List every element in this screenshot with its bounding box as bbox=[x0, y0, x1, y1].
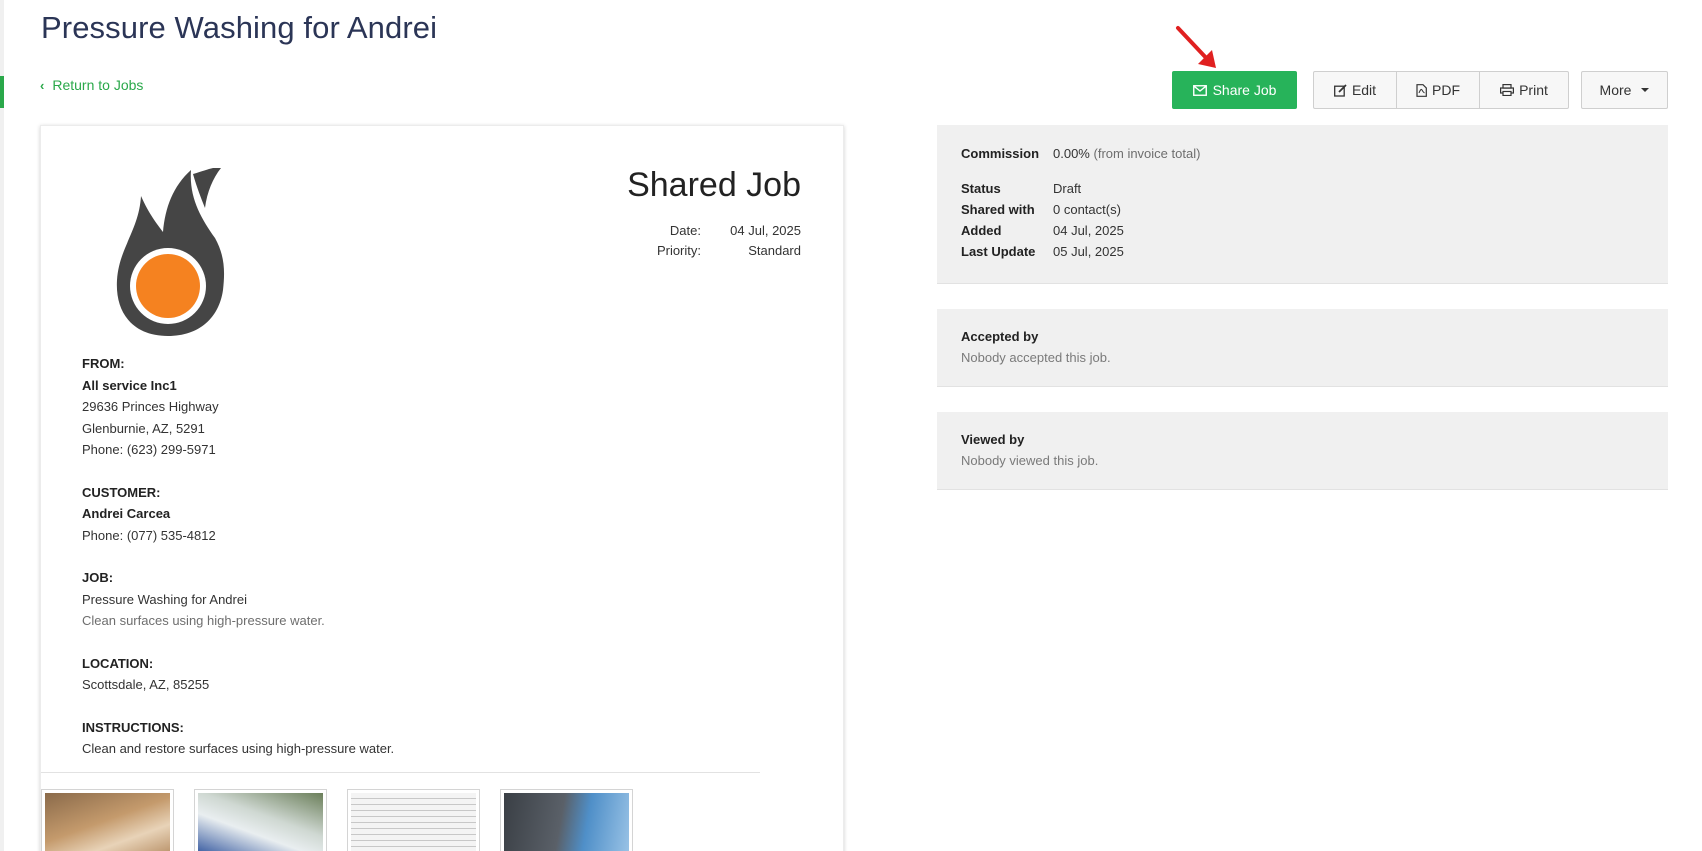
shared-job-document: Shared Job Date: 04 Jul, 2025 Priority: … bbox=[40, 125, 844, 851]
shared-with-label: Shared with bbox=[961, 202, 1035, 217]
attachment-thumbnail[interactable] bbox=[41, 789, 174, 851]
instructions-text: Clean and restore surfaces using high-pr… bbox=[82, 741, 395, 756]
commission-label: Commission bbox=[961, 146, 1040, 161]
job-description: Clean surfaces using high-pressure water… bbox=[82, 613, 325, 628]
date-label: Date: bbox=[669, 223, 701, 238]
added-value: 04 Jul, 2025 bbox=[1053, 223, 1124, 238]
photo-washer-image bbox=[198, 793, 323, 851]
from-company-name: All service Inc1 bbox=[82, 377, 177, 393]
accepted-by-empty-text: Nobody accepted this job. bbox=[961, 350, 1111, 365]
status-label: Status bbox=[961, 181, 1001, 196]
document-actions-group: Edit PDF Print bbox=[1313, 71, 1569, 109]
page-title: Pressure Washing for Andrei bbox=[41, 10, 438, 45]
status-value: Draft bbox=[1053, 181, 1082, 196]
customer-phone: Phone: (077) 535-4812 bbox=[82, 527, 216, 543]
share-job-label: Share Job bbox=[1212, 82, 1277, 98]
document-page-image bbox=[351, 793, 476, 851]
file-pdf-icon bbox=[1416, 83, 1427, 97]
viewed-by-panel: Viewed by Nobody viewed this job. bbox=[937, 412, 1668, 490]
priority-label: Priority: bbox=[656, 243, 701, 258]
edit-icon bbox=[1333, 83, 1347, 97]
location-heading: LOCATION: bbox=[82, 655, 154, 671]
priority-value: Standard bbox=[748, 243, 801, 258]
status-row: Status Draft bbox=[961, 181, 1081, 196]
attachment-thumbnail[interactable] bbox=[347, 789, 480, 851]
return-to-jobs-link[interactable]: ‹ Return to Jobs bbox=[40, 77, 143, 93]
printer-icon bbox=[1500, 84, 1515, 96]
red-arrow-icon bbox=[1176, 26, 1216, 68]
job-section: JOB: Pressure Washing for Andrei Clean s… bbox=[82, 567, 802, 632]
company-logo bbox=[116, 168, 225, 336]
attachment-thumbnail[interactable] bbox=[194, 789, 327, 851]
document-body: FROM: All service Inc1 29636 Princes Hig… bbox=[82, 353, 802, 781]
accepted-by-heading: Accepted by bbox=[961, 329, 1039, 344]
accepted-by-panel: Accepted by Nobody accepted this job. bbox=[937, 309, 1668, 387]
instructions-section: INSTRUCTIONS: Clean and restore surfaces… bbox=[82, 717, 802, 760]
commission-note: (from invoice total) bbox=[1093, 146, 1201, 161]
commission-row: Commission 0.00% (from invoice total) bbox=[961, 146, 1200, 161]
from-address-line1: 29636 Princes Highway bbox=[82, 399, 219, 414]
from-section: FROM: All service Inc1 29636 Princes Hig… bbox=[82, 353, 802, 461]
last-update-value: 05 Jul, 2025 bbox=[1053, 244, 1124, 259]
envelope-icon bbox=[1192, 84, 1207, 96]
document-meta: Date: 04 Jul, 2025 Priority: Standard bbox=[639, 223, 801, 263]
job-info-panel: Commission 0.00% (from invoice total) St… bbox=[937, 125, 1668, 284]
edit-label: Edit bbox=[1351, 82, 1377, 98]
share-job-button[interactable]: Share Job bbox=[1172, 71, 1297, 109]
location-section: LOCATION: Scottsdale, AZ, 85255 bbox=[82, 653, 802, 696]
last-update-row: Last Update 05 Jul, 2025 bbox=[961, 244, 1124, 259]
pdf-label: PDF bbox=[1432, 82, 1460, 98]
job-heading: JOB: bbox=[82, 570, 114, 585]
edit-button[interactable]: Edit bbox=[1314, 72, 1397, 108]
commission-percent: 0.00% bbox=[1053, 146, 1090, 161]
left-rail-active-indicator bbox=[0, 76, 4, 108]
left-rail bbox=[0, 0, 4, 851]
customer-heading: CUSTOMER: bbox=[82, 484, 161, 500]
date-row: Date: 04 Jul, 2025 bbox=[639, 223, 801, 238]
attachments-divider bbox=[41, 772, 760, 773]
print-button[interactable]: Print bbox=[1480, 72, 1568, 108]
added-row: Added 04 Jul, 2025 bbox=[961, 223, 1124, 238]
return-to-jobs-label: Return to Jobs bbox=[52, 77, 144, 93]
from-phone: Phone: (623) 299-5971 bbox=[82, 442, 216, 457]
viewed-by-heading: Viewed by bbox=[961, 432, 1025, 447]
date-value: 04 Jul, 2025 bbox=[730, 223, 801, 238]
more-label: More bbox=[1599, 82, 1632, 98]
print-label: Print bbox=[1519, 82, 1548, 98]
attachment-thumbnail[interactable] bbox=[500, 789, 633, 851]
customer-section: CUSTOMER: Andrei Carcea Phone: (077) 535… bbox=[82, 482, 802, 547]
last-update-label: Last Update bbox=[961, 244, 1036, 259]
added-label: Added bbox=[961, 223, 1002, 238]
viewed-by-empty-text: Nobody viewed this job. bbox=[961, 453, 1099, 468]
priority-row: Priority: Standard bbox=[639, 243, 801, 258]
shared-with-value: 0 contact(s) bbox=[1053, 202, 1121, 217]
instructions-heading: INSTRUCTIONS: bbox=[82, 719, 184, 735]
shared-with-row: Shared with 0 contact(s) bbox=[961, 202, 1121, 217]
photo-walkway-image bbox=[45, 793, 170, 851]
from-address-line2: Glenburnie, AZ, 5291 bbox=[82, 420, 205, 436]
more-dropdown-button[interactable]: More bbox=[1581, 71, 1668, 109]
from-heading: FROM: bbox=[82, 356, 125, 371]
commission-value: 0.00% (from invoice total) bbox=[1053, 146, 1200, 161]
pdf-button[interactable]: PDF bbox=[1397, 72, 1480, 108]
caret-down-icon bbox=[1641, 88, 1650, 92]
attachment-thumbnails bbox=[41, 789, 633, 851]
document-title: Shared Job bbox=[627, 166, 801, 204]
customer-name: Andrei Carcea bbox=[82, 506, 171, 521]
chevron-left-icon: ‹ bbox=[40, 77, 45, 93]
location-address: Scottsdale, AZ, 85255 bbox=[82, 677, 210, 692]
job-name: Pressure Washing for Andrei bbox=[82, 591, 247, 607]
photo-building-image bbox=[504, 793, 629, 851]
